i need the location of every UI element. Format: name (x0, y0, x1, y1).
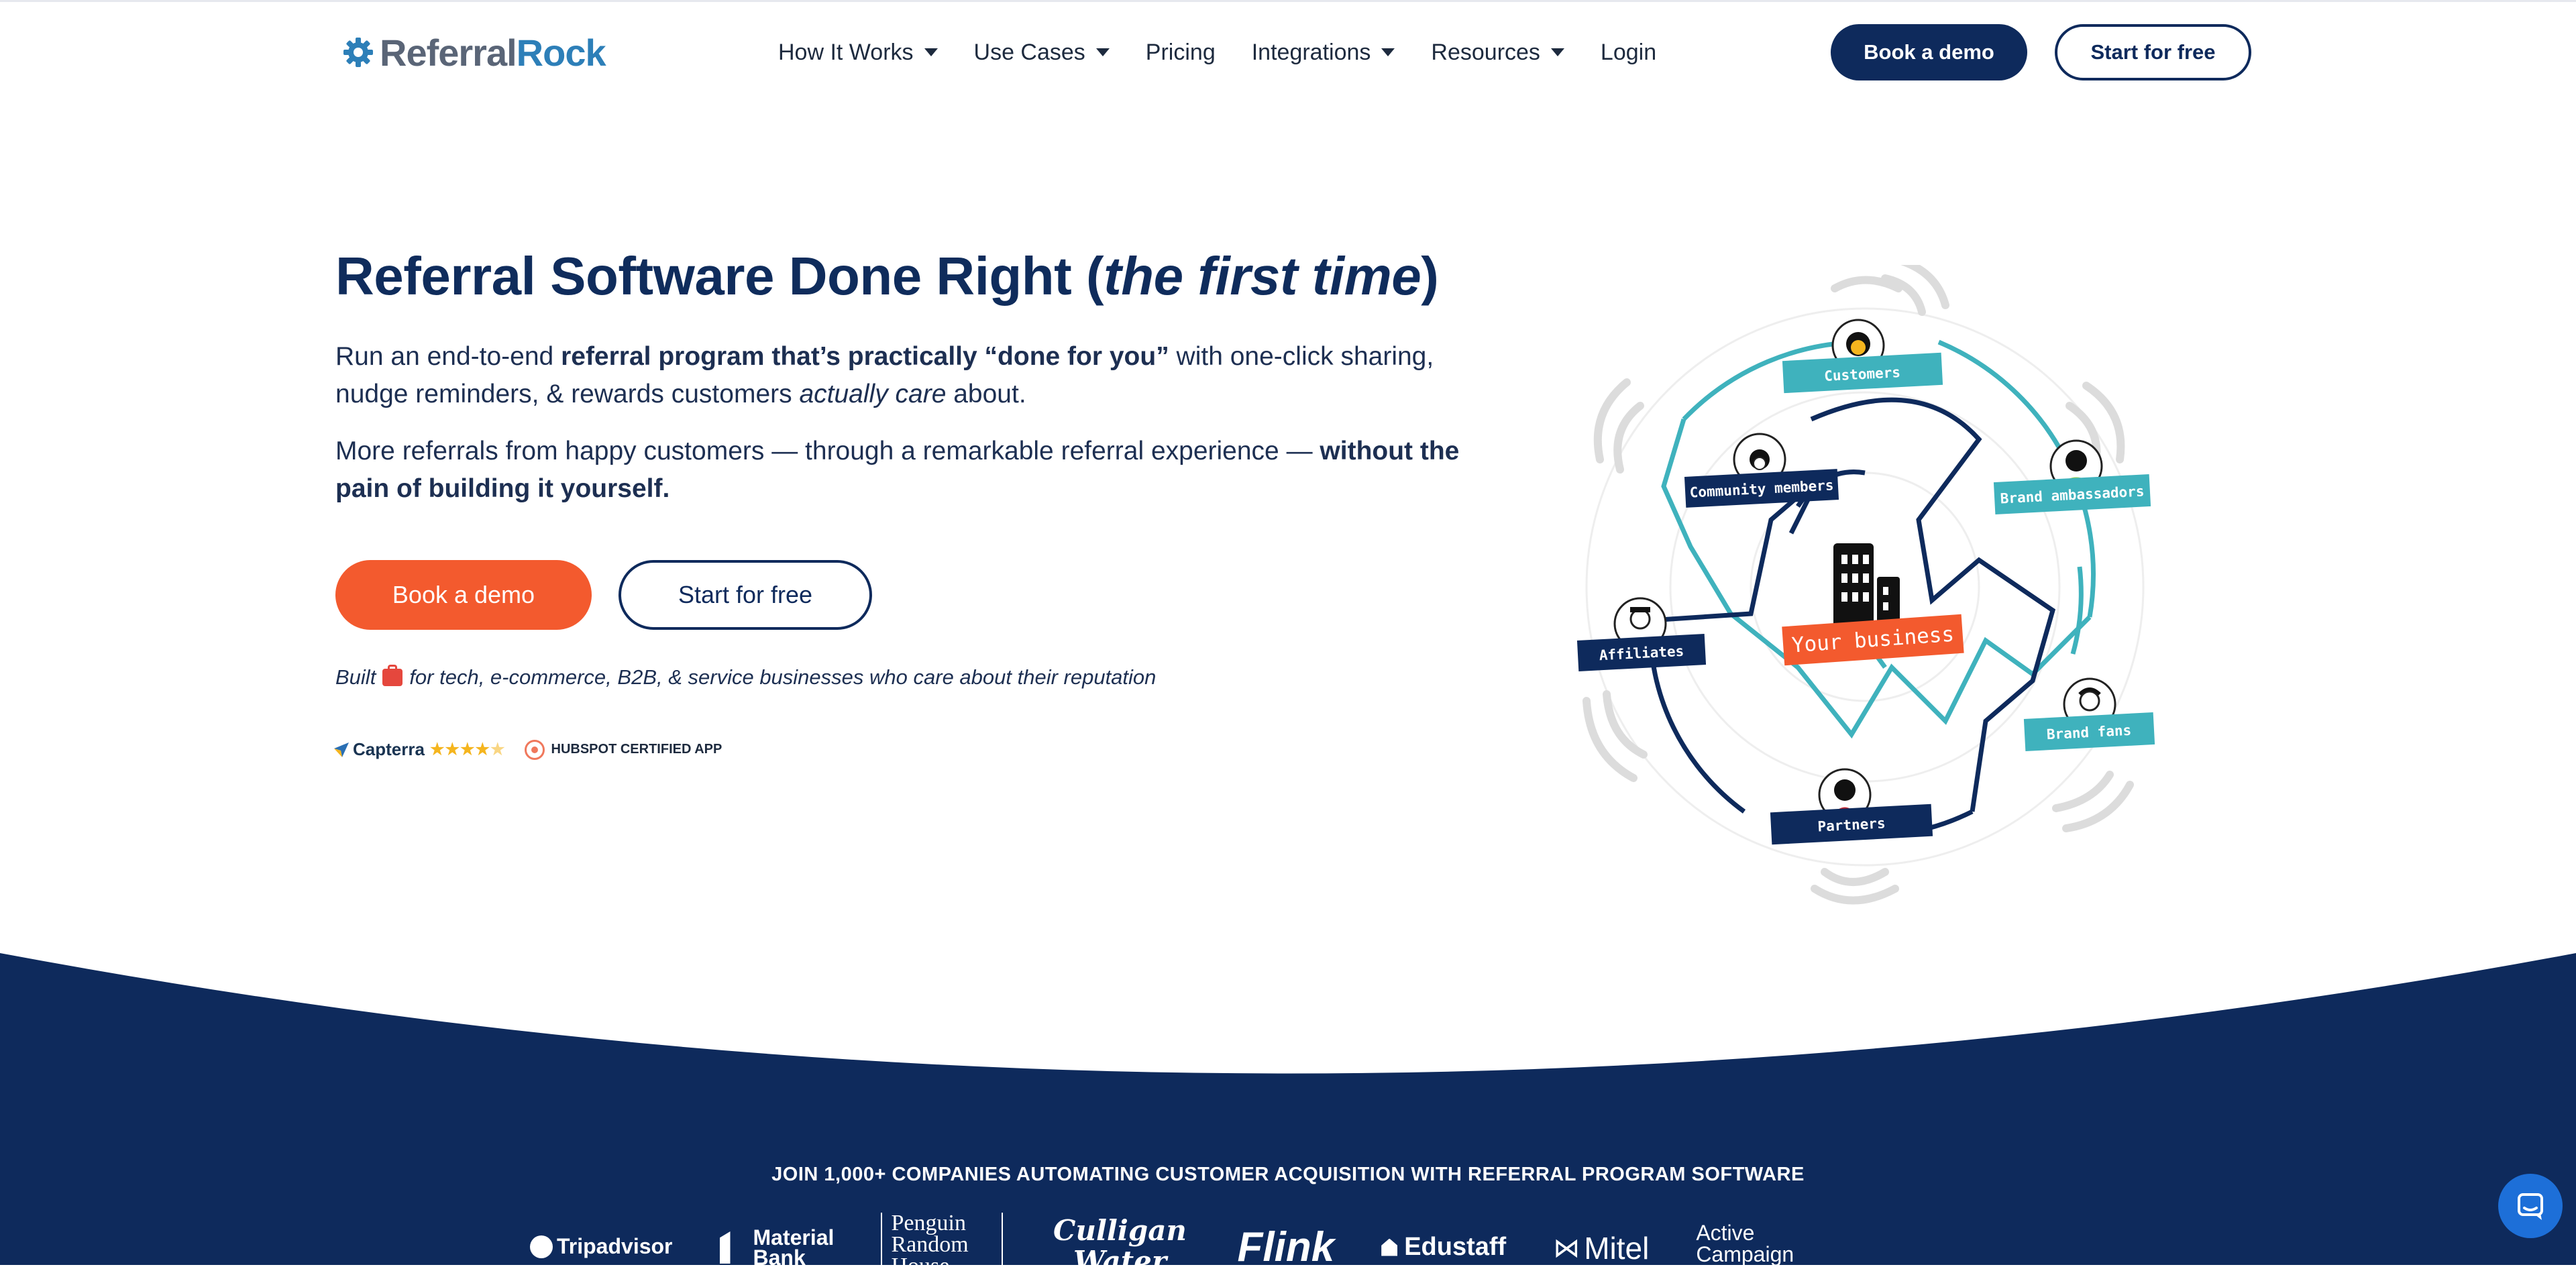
logo-text-referral: Referral (380, 31, 517, 74)
nav-pricing[interactable]: Pricing (1146, 40, 1216, 66)
star-rating: ★★★★★ (429, 740, 506, 759)
hero-start-free-button[interactable]: Start for free (619, 560, 872, 630)
client-logo-tripadvisor: Tripadvisor (530, 1234, 673, 1259)
client-logo-edustaff: Edustaff (1381, 1233, 1506, 1262)
hero-title-italic: the first time (1104, 246, 1421, 306)
capterra-badge[interactable]: Capterra ★★★★★ (333, 739, 506, 760)
nav-use-cases-label: Use Cases (973, 39, 1085, 65)
capterra-arrow-icon (334, 742, 349, 757)
main-menu: How It Works Use Cases Pricing Integrati… (778, 36, 1693, 69)
client-logo-material-bank-text: Material Bank (753, 1225, 835, 1270)
edustaff-icon (1381, 1238, 1398, 1256)
clients-heading: JOIN 1,000+ COMPANIES AUTOMATING CUSTOME… (771, 1164, 1805, 1185)
nav-integrations-label: Integrations (1251, 39, 1371, 65)
p1-text-c: about. (946, 380, 1026, 408)
owl-icon (530, 1235, 553, 1258)
client-logo-flink: Flink (1238, 1223, 1335, 1271)
nav-login[interactable]: Login (1601, 40, 1656, 66)
client-logo-mitel: ⋈ Mitel (1553, 1230, 1649, 1266)
hubspot-icon (524, 739, 545, 760)
chat-launcher-button[interactable] (2498, 1174, 2563, 1238)
nav-how-it-works-label: How It Works (778, 39, 914, 65)
chevron-down-icon (1550, 48, 1564, 56)
client-logo-edustaff-text: Edustaff (1404, 1233, 1507, 1261)
capterra-label: Capterra (353, 739, 425, 759)
hero-title: Referral Software Done Right (the first … (335, 245, 1439, 307)
material-bank-icon (719, 1231, 731, 1264)
hero-paragraph-1: Run an end-to-end referral program that’… (335, 338, 1476, 413)
p1-text-bold: referral program that’s practically “don… (561, 342, 1169, 371)
nav-integrations[interactable]: Integrations (1252, 40, 1395, 66)
p1-text-a: Run an end-to-end (335, 342, 561, 371)
hubspot-badge[interactable]: HUBSPOT CERTIFIED APP (524, 739, 722, 760)
built-for-note: Built for tech, e-commerce, B2B, & servic… (335, 665, 1156, 689)
hero-book-demo-button[interactable]: Book a demo (335, 560, 592, 630)
p1-text-italic: actually care (799, 380, 947, 408)
client-logos: Tripadvisor Material Bank Penguin Random… (530, 1213, 1877, 1271)
client-logo-material-bank: Material Bank (719, 1225, 835, 1270)
p2-text-a: More referrals from happy customers — th… (335, 437, 1320, 465)
nav-book-demo-button[interactable]: Book a demo (1831, 24, 2027, 80)
top-navigation: ReferralRock How It Works Use Cases Pric… (0, 0, 2576, 103)
toolbox-icon (382, 665, 403, 686)
client-logo-tripadvisor-text: Tripadvisor (557, 1234, 673, 1258)
gear-logo-icon (343, 38, 373, 67)
client-logo-culligan-text: Culligan Water (1053, 1215, 1187, 1269)
chevron-down-icon (1095, 48, 1110, 56)
logo-text-rock: Rock (516, 31, 606, 74)
mitel-icon: ⋈ (1553, 1233, 1580, 1263)
nav-resources[interactable]: Resources (1431, 40, 1564, 66)
client-logo-activecampaign: Active Campaign (1696, 1222, 1830, 1265)
client-logo-activecampaign-text: Active Campaign (1696, 1221, 1794, 1266)
referral-network-illustration: Your business Customers Community member… (1576, 265, 2155, 905)
client-logo-flink-text: Flink (1237, 1224, 1335, 1270)
hero-paragraph-2: More referrals from happy customers — th… (335, 433, 1476, 508)
referral-rock-logo[interactable]: ReferralRock (342, 30, 606, 74)
nav-login-label: Login (1600, 39, 1657, 65)
client-logo-culligan: Culligan Water (1050, 1215, 1191, 1269)
client-logo-mitel-text: Mitel (1584, 1231, 1650, 1266)
nav-resources-label: Resources (1431, 39, 1540, 65)
chat-icon (2518, 1193, 2543, 1220)
hero-title-end: ) (1421, 246, 1439, 306)
nav-use-cases[interactable]: Use Cases (974, 40, 1110, 66)
chevron-down-icon (1381, 48, 1395, 56)
built-text-a: Built (335, 665, 376, 689)
client-logo-penguin-text: Penguin Random House (891, 1213, 969, 1266)
hubspot-label: HUBSPOT CERTIFIED APP (551, 742, 722, 757)
nav-how-it-works[interactable]: How It Works (778, 40, 938, 66)
ratings-row: Capterra ★★★★★ HUBSPOT CERTIFIED APP (333, 739, 722, 760)
nav-pricing-label: Pricing (1145, 39, 1216, 65)
client-logo-penguin: Penguin Random House (880, 1213, 1003, 1266)
built-text-b: for tech, e-commerce, B2B, & service bus… (409, 665, 1157, 689)
hero-title-start: Referral Software Done Right ( (335, 246, 1104, 306)
chevron-down-icon (924, 48, 938, 56)
nav-start-free-button[interactable]: Start for free (2055, 24, 2251, 80)
